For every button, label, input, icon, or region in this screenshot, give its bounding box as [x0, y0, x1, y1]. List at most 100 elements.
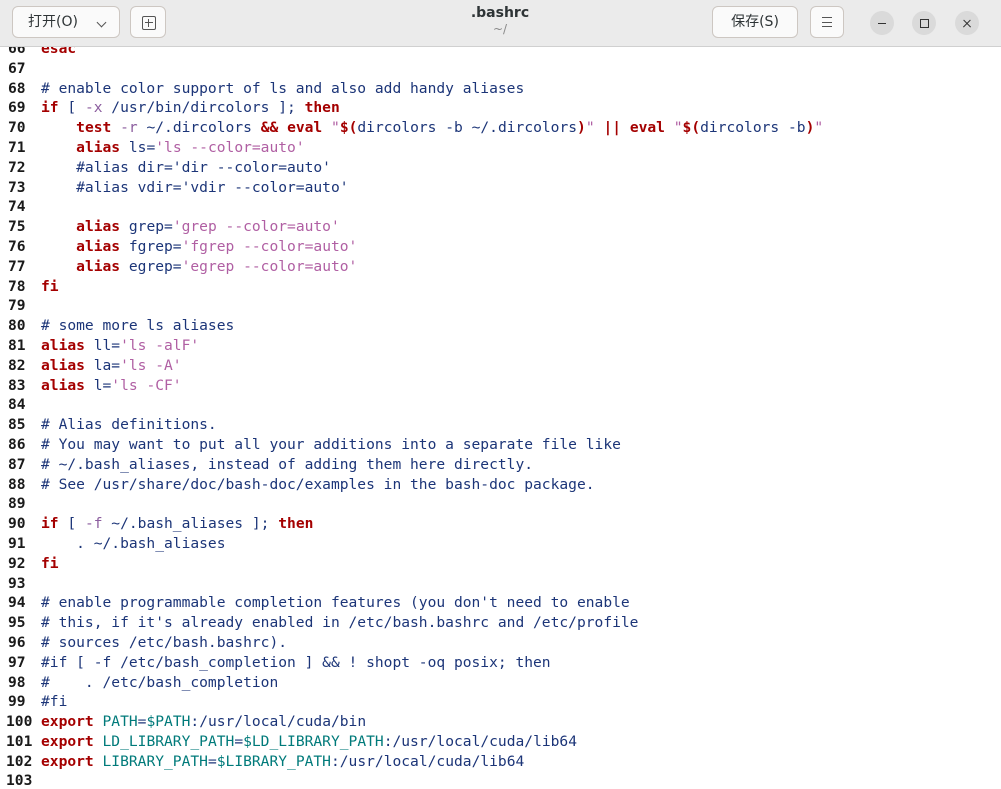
code-token: la=: [84, 356, 121, 374]
code-token: # Alias definitions.: [41, 416, 217, 434]
code-line[interactable]: 98 # . /etc/bash_completion: [0, 673, 823, 693]
code-token: 'ls --color=auto': [155, 138, 305, 156]
code-token: $PATH: [146, 713, 191, 731]
open-button[interactable]: 打开(O): [12, 6, 120, 38]
code-line[interactable]: 102 export LIBRARY_PATH=$LIBRARY_PATH:/us…: [0, 752, 823, 772]
code-line[interactable]: 93: [0, 574, 823, 594]
line-number: 90: [8, 515, 26, 533]
code-token: alias: [76, 257, 121, 275]
code-line[interactable]: 81 alias ll='ls -alF': [0, 336, 823, 356]
line-number: 96: [8, 633, 26, 651]
code-token: $(: [682, 119, 701, 137]
code-line[interactable]: 66 esac: [0, 47, 823, 59]
line-number: 88: [8, 475, 26, 493]
code-token: 'ls -alF': [120, 336, 200, 354]
code-token: :/usr/local/cuda/lib64: [383, 732, 577, 750]
code-line[interactable]: 67: [0, 59, 823, 79]
code-line[interactable]: 71 alias ls='ls --color=auto': [0, 138, 823, 158]
code-token: ": [585, 119, 595, 137]
code-line[interactable]: 77 alias egrep='egrep --color=auto': [0, 257, 823, 277]
window-subtitle: ~/: [492, 22, 508, 36]
line-number: 95: [8, 614, 26, 632]
code-token: $(: [339, 119, 358, 137]
code-line[interactable]: 99 #fi: [0, 692, 823, 712]
code-token: 'egrep --color=auto': [181, 257, 358, 275]
save-button[interactable]: 保存(S): [712, 6, 798, 38]
chevron-down-icon: [96, 17, 107, 28]
text-editor[interactable]: 66 esac 67 68 # enable color support of ls a…: [0, 47, 1001, 789]
code-line[interactable]: 101 export LD_LIBRARY_PATH=$LD_LIBRARY_PA…: [0, 732, 823, 752]
new-tab-icon: [142, 16, 156, 30]
code-token: :/usr/local/cuda/bin: [190, 713, 367, 731]
code-line[interactable]: 85 # Alias definitions.: [0, 415, 823, 435]
code-line[interactable]: 80 # some more ls aliases: [0, 316, 823, 336]
maximize-button[interactable]: [912, 11, 936, 35]
code-line[interactable]: 92 fi: [0, 554, 823, 574]
code-token: esac: [41, 47, 77, 57]
line-number: 100: [6, 713, 33, 731]
code-view[interactable]: 66 esac 67 68 # enable color support of ls a…: [0, 47, 823, 789]
code-line[interactable]: 103: [0, 771, 823, 789]
menu-button[interactable]: [810, 6, 844, 38]
code-token: dircolors -b: [700, 119, 806, 137]
new-tab-button[interactable]: [130, 6, 166, 38]
code-line[interactable]: 94 # enable programmable completion featu…: [0, 593, 823, 613]
code-token: #alias dir='dir --color=auto': [41, 158, 331, 176]
code-token: #alias vdir='vdir --color=auto': [41, 178, 349, 196]
code-token: . ~/.bash_aliases: [41, 534, 226, 552]
code-line[interactable]: 89: [0, 494, 823, 514]
code-token: alias: [76, 138, 121, 156]
code-line[interactable]: 79: [0, 296, 823, 316]
line-number: 84: [8, 396, 26, 414]
code-token: 'fgrep --color=auto': [181, 237, 358, 255]
line-number: 69: [8, 99, 26, 117]
code-token: $LIBRARY_PATH: [216, 752, 331, 770]
code-token: alias: [76, 218, 121, 236]
code-line[interactable]: 69 if [ -x /usr/bin/dircolors ]; then: [0, 98, 823, 118]
line-number: 99: [8, 693, 26, 711]
code-line[interactable]: 86 # You may want to put all your additio…: [0, 435, 823, 455]
code-line[interactable]: 88 # See /usr/share/doc/bash-doc/examples…: [0, 475, 823, 495]
code-line[interactable]: 73 #alias vdir='vdir --color=auto': [0, 178, 823, 198]
code-line[interactable]: 68 # enable color support of ls and also …: [0, 79, 823, 99]
code-token: alias: [76, 237, 121, 255]
code-line[interactable]: 75 alias grep='grep --color=auto': [0, 217, 823, 237]
code-token: ~/.bash_aliases ];: [102, 515, 279, 533]
code-line[interactable]: 76 alias fgrep='fgrep --color=auto': [0, 237, 823, 257]
header-bar: 打开(O) .bashrc ~/ 保存(S): [0, 0, 1001, 47]
code-line[interactable]: 84: [0, 395, 823, 415]
code-line[interactable]: 78 fi: [0, 277, 823, 297]
line-number: 71: [8, 138, 26, 156]
line-number: 92: [8, 554, 26, 572]
code-token: grep=: [120, 218, 173, 236]
code-line[interactable]: 74: [0, 197, 823, 217]
code-line[interactable]: 96 # sources /etc/bash.bashrc).: [0, 633, 823, 653]
line-number: 70: [8, 119, 26, 137]
code-token: 'ls -A': [120, 356, 182, 374]
code-token: #if [ -f /etc/bash_completion ] && ! sho…: [41, 653, 551, 671]
code-line[interactable]: 91 . ~/.bash_aliases: [0, 534, 823, 554]
code-token: =: [207, 752, 217, 770]
code-token: -f: [84, 515, 103, 533]
code-token: &&: [260, 119, 279, 137]
line-number: 81: [8, 336, 26, 354]
code-line[interactable]: 90 if [ -f ~/.bash_aliases ]; then: [0, 514, 823, 534]
minimize-button[interactable]: [870, 11, 894, 35]
close-button[interactable]: [955, 11, 979, 35]
code-line[interactable]: 95 # this, if it's already enabled in /et…: [0, 613, 823, 633]
code-line[interactable]: 100 export PATH=$PATH:/usr/local/cuda/bin: [0, 712, 823, 732]
line-number: 86: [8, 435, 26, 453]
code-token: test: [76, 119, 112, 137]
code-line[interactable]: 72 #alias dir='dir --color=auto': [0, 158, 823, 178]
code-line[interactable]: 70 test -r ~/.dircolors && eval "$(dirco…: [0, 118, 823, 138]
code-line[interactable]: 87 # ~/.bash_aliases, instead of adding t…: [0, 455, 823, 475]
code-token: [: [58, 515, 85, 533]
code-token: -x: [84, 99, 103, 117]
code-line[interactable]: 83 alias l='ls -CF': [0, 376, 823, 396]
code-line[interactable]: 97 #if [ -f /etc/bash_completion ] && ! s…: [0, 653, 823, 673]
code-line[interactable]: 82 alias la='ls -A': [0, 356, 823, 376]
line-number: 93: [8, 574, 26, 592]
line-number: 76: [8, 237, 26, 255]
